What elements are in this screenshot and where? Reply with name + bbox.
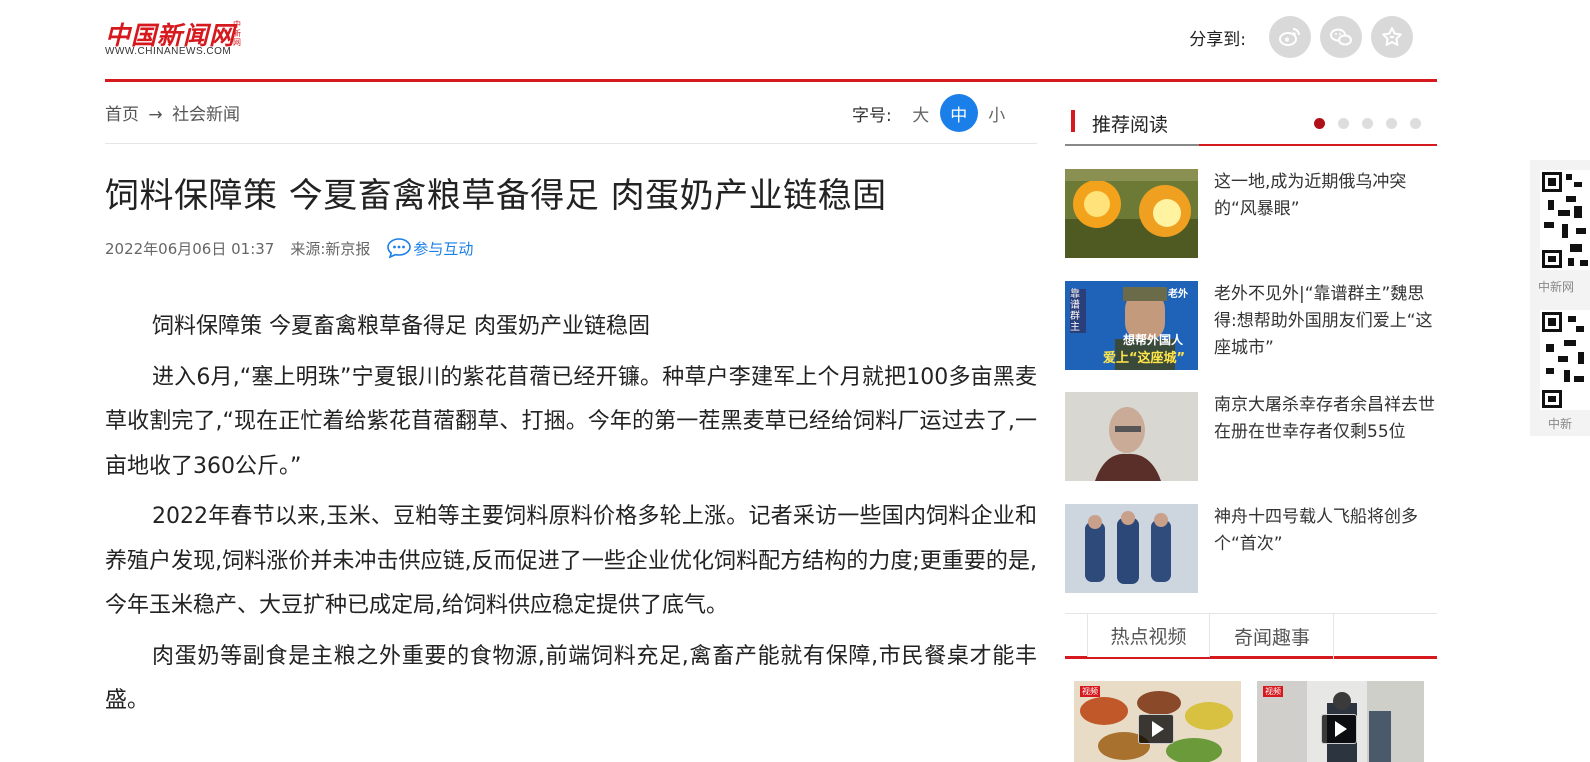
article-paragraph: 饲料保障策 今夏畜禽粮草备得足 肉蛋奶产业链稳固 [152,314,650,339]
favorite-share-button[interactable] [1371,16,1413,58]
site-header: 中国新闻网 中新网 WWW.CHINANEWS.COM 分享到: [105,0,1437,82]
article-date: 2022年06月06日 01:37 [105,239,275,258]
recommend-header: 推荐阅读 [1065,108,1437,148]
weibo-share-button[interactable] [1269,16,1311,58]
tab-odd-news[interactable]: 奇闻趣事 [1211,614,1334,659]
logo-english: WWW.CHINANEWS.COM [105,46,232,57]
interact-label: 参与互动 [413,239,474,258]
recommend-title: 推荐阅读 [1092,114,1169,136]
recommend-item-title[interactable]: 神舟十四号载人飞船将创多个“首次” [1214,504,1437,558]
breadcrumb-divider [105,143,1037,144]
article-paragraph: 进入6月,“塞上明珠”宁夏银川的紫花苜蓿已经开镰。种草户李建军上个月就把100多… [105,364,1037,479]
article-meta: 2022年06月06日 01:37 来源:新京报 参与互动 [105,236,473,260]
recommend-item[interactable]: 南京大屠杀幸存者余昌祥去世 在册在世幸存者仅剩55位 [1065,392,1437,482]
thumb-caption: 靠谱群主 [1070,289,1086,333]
recommend-accent-bar [1071,110,1075,132]
wechat-icon [1330,28,1352,46]
font-size-label: 字号: [852,105,892,126]
recommend-item-title[interactable]: 这一地,成为近期俄乌冲突的“风暴眼” [1214,169,1437,223]
recommend-underline-accent [1199,144,1437,146]
article-source: 来源:新京报 [290,239,371,258]
qr-code-panel: 中新网 中新 [1530,160,1590,436]
font-size-large[interactable]: 大 [902,94,940,132]
article-title: 饲料保障策 今夏畜禽粮草备得足 肉蛋奶产业链稳固 [105,176,887,216]
share-bar: 分享到: [1189,16,1413,58]
play-icon[interactable] [1138,714,1174,744]
qr-caption: 中新网 [1538,280,1575,294]
recommend-item[interactable]: 神舟十四号载人飞船将创多个“首次” [1065,504,1437,594]
tab-hot-videos[interactable]: 热点视频 [1087,614,1210,657]
recommend-item-title[interactable]: 南京大屠杀幸存者余昌祥去世 在册在世幸存者仅剩55位 [1214,392,1437,446]
site-logo[interactable]: 中国新闻网 中新网 WWW.CHINANEWS.COM [105,16,245,60]
breadcrumb-home[interactable]: 首页 [105,105,139,125]
video-thumbnail[interactable]: 视频 [1074,681,1241,762]
breadcrumb-section[interactable]: 社会新闻 [172,105,240,125]
carousel-dot[interactable] [1314,118,1325,129]
recommend-thumbnail[interactable] [1065,504,1198,593]
logo-vertical: 中新网 [233,20,241,47]
play-icon[interactable] [1321,714,1357,744]
recommend-item[interactable]: 靠谱群主 老外 想帮外国人 爱上“这座城” 老外不见外|“靠谱群主”魏思得:想帮… [1065,281,1437,371]
breadcrumb: 首页 → 社会新闻 [105,100,240,125]
recommend-item-title[interactable]: 老外不见外|“靠谱群主”魏思得:想帮助外国朋友们爱上“这座城市” [1214,281,1437,362]
comment-icon [387,238,412,259]
article-body: 饲料保障策 今夏畜禽粮草备得足 肉蛋奶产业链稳固 进入6月,“塞上明珠”宁夏银川… [105,305,1037,730]
qr-code-icon[interactable] [1540,170,1590,270]
article-paragraph: 2022年春节以来,玉米、豆粕等主要饲料原料价格多轮上涨。记者采访一些国内饲料企… [105,504,1037,618]
font-size-medium[interactable]: 中 [939,94,978,132]
carousel-dots [1301,118,1421,129]
favorite-icon [1382,27,1402,46]
recommend-underline [1065,144,1199,146]
thumb-caption: 爱上“这座城” [1103,351,1186,366]
interact-link[interactable]: 参与互动 [386,237,473,259]
breadcrumb-arrow: → [148,105,163,125]
qr-code-icon[interactable] [1540,310,1590,410]
video-thumbnail[interactable]: 视频 [1257,681,1424,762]
font-size-switcher: 字号: 大 中 小 [852,94,1016,132]
recommend-thumbnail[interactable]: 靠谱群主 老外 想帮外国人 爱上“这座城” [1065,281,1198,370]
thumb-badge: 老外 [1168,289,1188,300]
carousel-dot[interactable] [1338,118,1349,129]
weibo-icon [1279,28,1300,46]
recommend-item[interactable]: 这一地,成为近期俄乌冲突的“风暴眼” [1065,169,1437,259]
article-paragraph: 肉蛋奶等副食是主粮之外重要的食物源,前端饲料充足,禽畜产能就有保障,市民餐桌才能… [105,643,1037,714]
font-size-small[interactable]: 小 [978,94,1016,132]
video-tabs: 热点视频 奇闻趣事 [1065,613,1437,659]
video-badge: 视频 [1080,686,1100,697]
wechat-share-button[interactable] [1320,16,1362,58]
video-badge: 视频 [1263,686,1283,697]
recommend-thumbnail[interactable] [1065,392,1198,481]
carousel-dot[interactable] [1410,118,1421,129]
recommend-thumbnail[interactable] [1065,169,1198,258]
share-label: 分享到: [1189,29,1246,50]
qr-caption: 中新 [1548,417,1573,431]
thumb-caption: 想帮外国人 [1123,333,1184,347]
carousel-dot[interactable] [1362,118,1373,129]
carousel-dot[interactable] [1386,118,1397,129]
